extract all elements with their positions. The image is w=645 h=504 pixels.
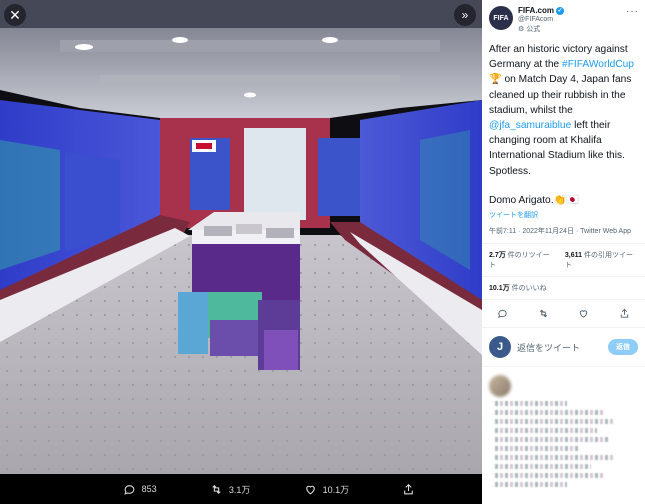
like-action[interactable]: 10.1万 (304, 483, 350, 496)
tweet-panel: FIFA FIFA.com ✓ @FIFAcom ⚙ 公式 ··· After … (482, 0, 645, 504)
display-name[interactable]: FIFA.com (518, 6, 554, 15)
share-icon (404, 483, 414, 494)
blurred-reply (482, 367, 645, 504)
quote-stat[interactable]: 3,611 件の引用ツイート (565, 250, 638, 270)
share-icon[interactable] (619, 308, 630, 319)
blurred-avatar (489, 375, 511, 398)
reply-button[interactable]: 返信 (608, 339, 638, 356)
translate-link[interactable]: ツイートを翻訳 (482, 208, 645, 222)
tweet-text-part: 🏆 on Match Day 4, Japan fans cleaned up … (489, 74, 632, 116)
reply-action[interactable]: 853 (123, 483, 157, 496)
expand-icon[interactable]: » (454, 4, 476, 26)
heart-icon[interactable] (578, 308, 589, 319)
reply-input[interactable]: 返信をツイート (517, 341, 602, 354)
blurred-text (495, 397, 615, 491)
reply-count: 853 (141, 484, 157, 494)
share-action[interactable] (402, 483, 415, 496)
media-viewer: ✕ » 853 3.1万 10.1万 (0, 0, 482, 504)
hashtag-link[interactable]: #FIFAWorldCup (562, 59, 634, 70)
account-names: FIFA.com ✓ @FIFAcom ⚙ 公式 (518, 6, 626, 34)
tweet-header: FIFA FIFA.com ✓ @FIFAcom ⚙ 公式 ··· (482, 0, 645, 34)
retweet-count: 3.1万 (228, 484, 251, 495)
verified-badge-icon: ✓ (556, 6, 565, 15)
retweet-icon (212, 484, 221, 494)
reply-composer: J 返信をツイート 返信 (482, 328, 645, 368)
user-avatar[interactable]: J (489, 336, 511, 359)
tweet-closing-line: Domo Arigato.👏🇯🇵 (489, 194, 579, 206)
reply-icon[interactable] (497, 308, 508, 319)
tweet-actions (482, 300, 645, 329)
media-action-bar: 853 3.1万 10.1万 (0, 474, 482, 504)
retweet-stat[interactable]: 2.7万 件のリツイート (489, 250, 555, 270)
tweet-stats: 2.7万 件のリツイート 3,611 件の引用ツイート (482, 244, 645, 278)
more-options-icon[interactable]: ··· (626, 6, 639, 17)
retweet-icon[interactable] (538, 308, 549, 319)
like-stat[interactable]: 10.1万 件のいいね (482, 277, 645, 301)
tweet-timestamp[interactable]: 午前7:11 · 2022年11月24日 · Twitter Web App (482, 222, 645, 245)
close-icon[interactable]: ✕ (4, 4, 26, 26)
fifa-avatar[interactable]: FIFA (489, 6, 513, 30)
official-label: ⚙ 公式 (518, 26, 541, 33)
retweet-action[interactable]: 3.1万 (210, 483, 251, 496)
reply-icon (123, 484, 134, 495)
locker-room-photo (0, 0, 482, 474)
like-count: 10.1万 (322, 484, 350, 495)
tweet-media-viewer: ✕ » 853 3.1万 10.1万 FIFA FIFA.com ✓ @FIFA… (0, 0, 645, 504)
display-name-row[interactable]: FIFA.com ✓ (518, 6, 626, 15)
tweet-body: After an historic victory against German… (482, 34, 645, 208)
account-handle[interactable]: @FIFAcom (518, 16, 626, 23)
heart-icon (305, 485, 315, 494)
mention-link[interactable]: @jfa_samuraiblue (489, 120, 571, 131)
